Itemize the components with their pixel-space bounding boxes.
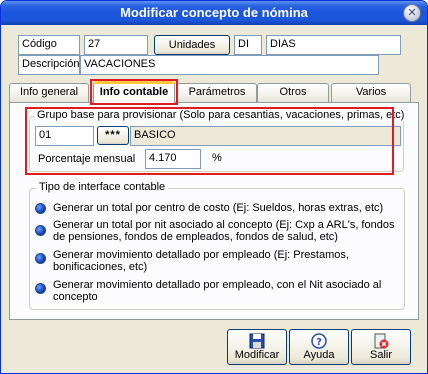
title-bar[interactable]: Modificar concepto de nómina ✕ — [1, 1, 427, 25]
salir-button[interactable]: Salir — [351, 329, 411, 365]
descripcion-label: Descripción — [18, 55, 80, 75]
tab-highlight-box — [90, 79, 178, 105]
interface-title: Tipo de interface contable — [36, 181, 169, 193]
exit-icon — [374, 333, 389, 349]
unidad-code-input[interactable]: DI — [234, 35, 262, 55]
ayuda-button[interactable]: ? Ayuda — [289, 329, 349, 365]
radio-detallado-nit[interactable] — [35, 283, 46, 294]
svg-text:?: ? — [316, 337, 322, 348]
tab-info-general[interactable]: Info general — [9, 83, 89, 102]
salir-label: Salir — [369, 349, 392, 361]
close-icon[interactable]: ✕ — [403, 4, 421, 22]
modificar-label: Modificar — [234, 349, 280, 361]
radio-detallado-empleado[interactable] — [35, 253, 46, 264]
save-icon — [249, 333, 265, 349]
option-nit-asociado[interactable]: Generar un total por nit asociado al con… — [53, 219, 398, 243]
ayuda-label: Ayuda — [303, 349, 335, 361]
unidad-name-input[interactable]: DIAS — [266, 35, 401, 55]
dialog-window: Modificar concepto de nómina ✕ Código 27… — [0, 0, 428, 374]
radio-nit-asociado[interactable] — [35, 225, 46, 236]
grupo-highlight-box — [25, 107, 394, 175]
option-detallado-empleado[interactable]: Generar movimiento detallado por emplead… — [53, 249, 373, 273]
modificar-button[interactable]: Modificar — [227, 329, 287, 365]
tab-strip: Info general Info contable Parámetros Ot… — [9, 81, 419, 103]
tab-parametros[interactable]: Parámetros — [177, 83, 257, 102]
tab-varios[interactable]: Varios — [331, 83, 411, 102]
help-icon: ? — [311, 333, 327, 349]
tab-otros[interactable]: Otros — [257, 83, 329, 102]
interface-group: Tipo de interface contable Generar un to… — [29, 181, 405, 310]
codigo-input[interactable]: 27 — [84, 35, 148, 55]
unidades-button[interactable]: Unidades — [154, 35, 230, 55]
option-centro-costo[interactable]: Generar un total por centro de costo (Ej… — [53, 202, 393, 214]
descripcion-input[interactable]: VACACIONES — [80, 55, 379, 75]
window-title: Modificar concepto de nómina — [120, 5, 308, 20]
option-detallado-nit[interactable]: Generar movimiento detallado por emplead… — [53, 279, 383, 303]
radio-centro-costo[interactable] — [35, 203, 46, 214]
codigo-label: Código — [18, 35, 80, 55]
